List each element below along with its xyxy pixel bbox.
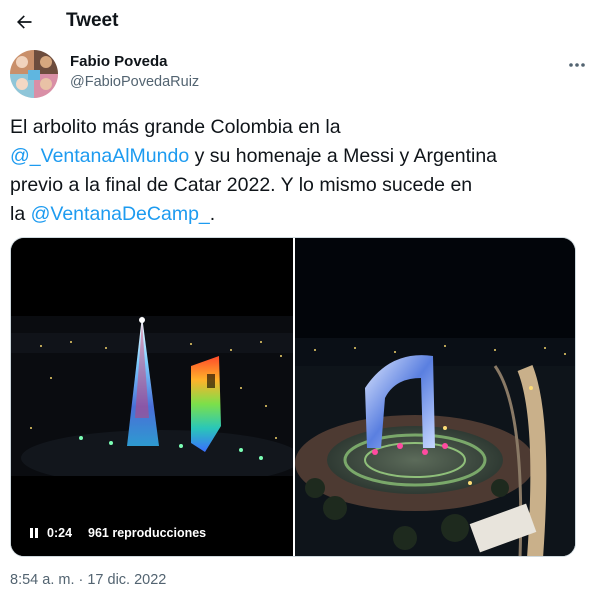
tweet-text-line: la @VentanaDeCamp_. — [10, 200, 590, 229]
media-image[interactable] — [295, 238, 575, 556]
video-player[interactable]: 0:24 961 reproducciones — [11, 238, 293, 556]
tweet-header: Tweet — [0, 0, 600, 44]
timestamp-link[interactable]: 8:54 a. m. · 17 dic. 2022 — [10, 572, 166, 588]
tweet-text-fragment: y su homenaje a Messi y Argentina — [189, 145, 498, 167]
arrow-left-icon — [17, 15, 32, 29]
view-count: 961 reproducciones — [88, 526, 207, 540]
video-time: 0:24 — [47, 526, 73, 540]
mention-link[interactable]: @VentanaDeCamp_ — [31, 203, 210, 225]
mention-link[interactable]: @_VentanaAlMundo — [10, 145, 189, 167]
video-frame — [11, 238, 293, 556]
tweet-text-fragment: la — [10, 203, 31, 225]
avatar[interactable] — [10, 50, 58, 98]
more-button[interactable] — [564, 54, 590, 76]
media-grid: 0:24 961 reproducciones — [10, 237, 576, 557]
tweet-text-line: previo a la final de Catar 2022. Y lo mi… — [10, 174, 473, 196]
tweet-text-line: @_VentanaAlMundo y su homenaje a Messi y… — [10, 142, 590, 171]
tweet-text-fragment: . — [209, 203, 216, 225]
tweet-text: El arbolito más grande Colombia en la @_… — [10, 113, 590, 229]
tweet-author: Fabio Poveda @FabioPovedaRuiz — [10, 50, 590, 98]
pause-button[interactable] — [27, 526, 41, 540]
tweet-timestamp: 8:54 a. m. · 17 dic. 2022 — [10, 572, 166, 588]
back-button[interactable] — [8, 6, 40, 38]
author-handle[interactable]: @FabioPovedaRuiz — [70, 74, 199, 90]
more-dots-icon — [569, 63, 585, 67]
tweet-text-line: El arbolito más grande Colombia en la — [10, 116, 341, 138]
pause-icon — [29, 528, 39, 538]
image-frame — [295, 238, 575, 556]
page-title: Tweet — [66, 10, 119, 31]
author-name[interactable]: Fabio Poveda — [70, 53, 168, 70]
video-controls: 0:24 961 reproducciones — [27, 523, 206, 543]
